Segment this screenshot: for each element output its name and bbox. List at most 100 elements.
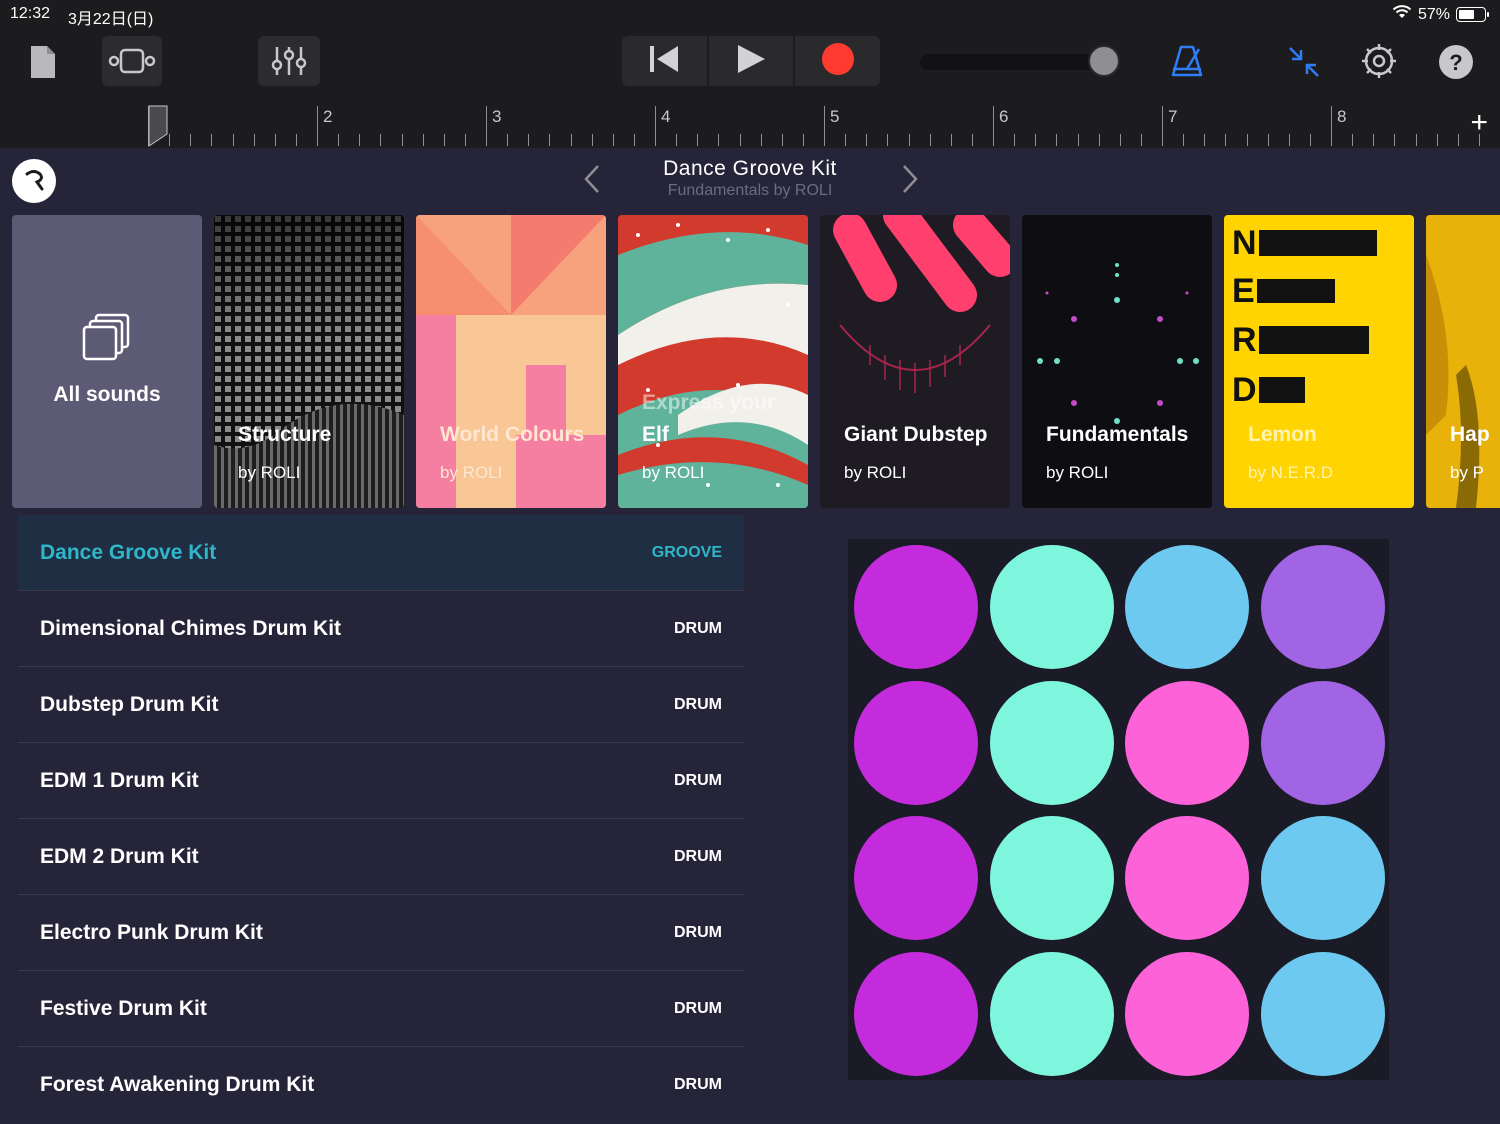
- card-fundamentals[interactable]: Fundamentals by ROLI: [1022, 215, 1212, 508]
- drum-pad[interactable]: [1260, 545, 1385, 669]
- list-item[interactable]: Festive Drum Kit DRUM: [18, 971, 744, 1047]
- card-all-sounds[interactable]: All sounds: [12, 215, 202, 508]
- list-item-tag: DRUM: [674, 999, 722, 1017]
- volume-slider-knob[interactable]: [1088, 45, 1120, 77]
- drum-pad[interactable]: [854, 680, 978, 805]
- card-author: by N.E.R.D: [1248, 463, 1334, 482]
- ruler-tick: [443, 134, 445, 146]
- battery-percent: 57%: [1417, 5, 1450, 23]
- svg-text:?: ?: [1449, 50, 1462, 75]
- drum-pad[interactable]: [1125, 545, 1249, 669]
- list-item-tag: DRUM: [674, 923, 722, 941]
- list-item[interactable]: EDM 1 Drum Kit DRUM: [18, 743, 744, 819]
- kit-header: Dance Groove Kit Fundamentals by ROLI: [600, 157, 900, 200]
- drum-pad[interactable]: [1260, 680, 1385, 805]
- drum-pad[interactable]: [854, 951, 978, 1076]
- list-item[interactable]: EDM 2 Drum Kit DRUM: [18, 819, 744, 895]
- ruler-tick: [1288, 134, 1290, 146]
- playhead-marker[interactable]: [148, 104, 168, 148]
- ruler-tick: [507, 134, 509, 146]
- card-name: Hap: [1450, 423, 1490, 446]
- card-world-colours[interactable]: World Colours by ROLI: [416, 215, 606, 508]
- list-item-tag: GROOVE: [651, 543, 722, 561]
- art-letter: D: [1232, 370, 1257, 409]
- help-icon[interactable]: ?: [1436, 42, 1476, 82]
- drum-pad[interactable]: [854, 816, 978, 940]
- card-hap[interactable]: Hap by P: [1426, 215, 1500, 508]
- list-item-name: Dubstep Drum Kit: [40, 692, 219, 716]
- battery-icon: [1456, 7, 1489, 22]
- card-giant-dubstep[interactable]: Giant Dubstep by ROLI: [820, 215, 1010, 508]
- mixer-icon[interactable]: [258, 36, 320, 86]
- ruler-tick: [845, 134, 847, 146]
- status-date: 3月22日(日): [68, 11, 154, 28]
- ruler-bar-number: 8: [1337, 107, 1347, 126]
- list-item-tag: DRUM: [674, 1076, 722, 1093]
- list-item[interactable]: Dimensional Chimes Drum Kit DRUM: [18, 591, 744, 667]
- ruler-tick: [528, 134, 530, 146]
- list-item[interactable]: Dance Groove Kit GROOVE: [18, 515, 744, 591]
- drum-pad[interactable]: [1125, 816, 1249, 940]
- card-lemon[interactable]: N E R D Lemon by N.E.R.D: [1224, 215, 1414, 508]
- ruler-tick: [232, 134, 234, 146]
- card-name: Giant Dubstep: [844, 423, 988, 446]
- card-structure[interactable]: Structure by ROLI: [214, 215, 404, 508]
- chevron-right-icon: [901, 164, 919, 199]
- kit-list: Dance Groove Kit GROOVE Dimensional Chime…: [18, 515, 744, 1123]
- card-author: by ROLI: [844, 463, 907, 482]
- roli-logo-button[interactable]: [12, 159, 56, 203]
- ruler-tick: [190, 134, 192, 146]
- ruler-tick: [1204, 134, 1206, 146]
- record-button[interactable]: [795, 36, 880, 86]
- ruler-tick: [1035, 134, 1037, 146]
- list-item-tag: DRUM: [674, 695, 722, 713]
- collapse-icon[interactable]: [1284, 42, 1324, 82]
- card-artwork: N E R D: [1232, 219, 1377, 415]
- metronome-icon[interactable]: [1166, 40, 1208, 82]
- ruler-tick: [971, 134, 973, 146]
- drum-pad[interactable]: [989, 680, 1114, 805]
- drum-pad[interactable]: [1125, 951, 1249, 1076]
- card-author: by ROLI: [440, 463, 503, 482]
- rewind-button[interactable]: [622, 36, 709, 86]
- list-item[interactable]: Electro Punk Drum Kit DRUM: [18, 895, 744, 971]
- ruler-tick: [760, 134, 762, 146]
- card-author: by ROLI: [238, 463, 301, 482]
- timeline-ruler[interactable]: 12345678 +: [0, 104, 1500, 148]
- drum-pad[interactable]: [989, 816, 1114, 940]
- ruler-bar-number: 6: [999, 107, 1009, 126]
- card-name: Elf: [642, 423, 669, 446]
- ruler-tick: [1056, 134, 1058, 146]
- play-button[interactable]: [709, 36, 796, 86]
- next-kit-button[interactable]: [898, 164, 922, 198]
- ruler-tick: [697, 134, 699, 146]
- ruler-tick: [887, 134, 889, 146]
- card-name: All sounds: [53, 383, 161, 406]
- kit-subtitle: Fundamentals by ROLI: [667, 182, 833, 199]
- drum-pad[interactable]: [1125, 680, 1249, 805]
- ruler-bar-number: 4: [661, 107, 671, 126]
- drum-pad[interactable]: [854, 545, 978, 669]
- sound-pack-carousel[interactable]: All sounds Structure by ROLI World Colou…: [0, 215, 1500, 509]
- drum-pad[interactable]: [989, 951, 1114, 1076]
- loop-icon[interactable]: [102, 36, 162, 86]
- drum-pad[interactable]: [1260, 951, 1385, 1076]
- drum-pad[interactable]: [989, 545, 1114, 669]
- document-icon[interactable]: [26, 42, 60, 82]
- list-item[interactable]: Forest Awakening Drum Kit DRUM: [18, 1047, 744, 1123]
- ruler-tick: [1077, 134, 1079, 146]
- list-item-name: Festive Drum Kit: [40, 996, 207, 1020]
- list-item[interactable]: Dubstep Drum Kit DRUM: [18, 667, 744, 743]
- status-time: 12:32: [10, 5, 51, 22]
- add-section-button[interactable]: +: [1470, 108, 1488, 138]
- card-name: World Colours: [440, 423, 585, 446]
- card-elf[interactable]: Express your Elf by ROLI: [618, 215, 808, 508]
- ruler-tick: [422, 134, 424, 146]
- ruler-tick: [1352, 134, 1354, 146]
- ruler-bar-number: 3: [492, 107, 502, 126]
- card-author: by ROLI: [1046, 463, 1109, 482]
- settings-icon[interactable]: [1358, 40, 1400, 82]
- drum-pad[interactable]: [1260, 816, 1385, 940]
- ruler-tick: [1098, 134, 1100, 146]
- ruler-tick: [739, 134, 741, 146]
